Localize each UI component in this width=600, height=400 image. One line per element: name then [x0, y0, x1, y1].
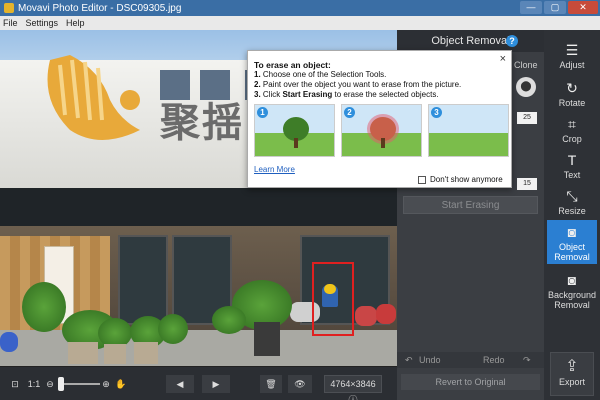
illustration-choose-tool: 1 — [254, 104, 335, 157]
next-image-button[interactable]: ▶ — [202, 375, 230, 393]
background-icon: ◙ — [567, 272, 577, 288]
zoom-in-icon[interactable]: ⊕ — [100, 377, 112, 391]
undo-arrow-icon[interactable]: ↶ — [405, 355, 419, 366]
info-icon[interactable]: ⓘ — [348, 395, 357, 400]
minimize-button[interactable]: — — [520, 1, 542, 14]
fit-to-screen-icon[interactable]: ⊡ — [8, 377, 22, 391]
tool-adjust[interactable]: ☰ Adjust — [547, 40, 597, 74]
title-bar: Movavi Photo Editor - DSC09305.jpg — ▢ ✕ — [0, 0, 600, 16]
panel-title: Object Removal — [397, 30, 544, 52]
redo-button[interactable]: Redo — [483, 355, 523, 365]
menu-settings[interactable]: Settings — [26, 18, 59, 28]
redo-arrow-icon[interactable]: ↷ — [523, 355, 537, 366]
popup-close-button[interactable]: × — [500, 53, 506, 65]
tool-object-removal[interactable]: ◙ Object Removal — [547, 220, 597, 264]
app-icon — [4, 3, 14, 13]
export-icon: ⇪ — [565, 358, 579, 375]
help-icon[interactable]: ? — [506, 35, 518, 47]
tool-resize[interactable]: ⤡ Resize — [547, 186, 597, 220]
dont-show-anymore-option[interactable]: Don't show anymore — [418, 175, 503, 184]
tool-rotate[interactable]: ↻ Rotate — [547, 78, 597, 112]
popup-heading: To erase an object: — [254, 60, 331, 70]
zoom-slider[interactable] — [58, 383, 100, 385]
delete-icon[interactable]: 🗑 — [260, 375, 282, 393]
menu-bar: File Settings Help — [0, 16, 600, 30]
start-erasing-button[interactable]: Start Erasing — [403, 196, 538, 214]
previous-image-button[interactable]: ◀ — [166, 375, 194, 393]
before-after-eye-icon[interactable]: 👁 — [288, 375, 312, 393]
crop-icon: ⌗ — [568, 116, 576, 132]
window-title: Movavi Photo Editor - DSC09305.jpg — [18, 2, 182, 14]
tool-text[interactable]: T Text — [547, 150, 597, 184]
close-button[interactable]: ✕ — [568, 1, 598, 14]
sliders-icon: ☰ — [565, 42, 579, 58]
learn-more-link[interactable]: Learn More — [254, 165, 295, 174]
export-button[interactable]: ⇪ Export — [550, 352, 594, 396]
clone-label: Clone — [514, 60, 538, 70]
actual-size-button[interactable]: 1:1 — [26, 377, 42, 391]
text-icon: T — [567, 152, 577, 168]
popup-illustrations: 1 2 3 — [254, 104, 509, 157]
rotate-icon: ↻ — [566, 80, 578, 96]
tolerance-field[interactable]: 15 — [517, 178, 537, 190]
revert-to-original-button[interactable]: Revert to Original — [401, 374, 540, 390]
menu-help[interactable]: Help — [66, 18, 85, 28]
restaurant-sign-text: 聚揺 — [160, 99, 244, 146]
eraser-icon: ◙ — [567, 224, 577, 240]
tool-background-removal[interactable]: ◙ Background Removal — [547, 268, 597, 312]
brush-size-field[interactable]: 25 — [517, 112, 537, 124]
tools-sidebar: ☰ Adjust ↻ Rotate ⌗ Crop T Text ⤡ Resize… — [544, 30, 600, 400]
menu-file[interactable]: File — [3, 18, 18, 28]
image-dimensions: 4764×3846 ⓘ — [324, 375, 382, 400]
popup-step-1: 1. Choose one of the Selection Tools. — [254, 70, 387, 79]
popup-step-3: 3. Click Start Erasing to erase the sele… — [254, 90, 439, 99]
bottom-toolbar: ⊡ 1:1 ⊖ ⊕ ✋ ◀ ▶ 🗑 👁 4764×3846 ⓘ — [0, 366, 397, 400]
restaurant-logo-image — [47, 55, 140, 140]
maximize-button[interactable]: ▢ — [544, 1, 566, 14]
clone-stamp-icon[interactable]: ⬤ — [516, 77, 536, 97]
instructions-popup: × To erase an object: 1. Choose one of t… — [247, 50, 512, 188]
undo-redo-row: ↶ Undo Redo ↷ — [397, 352, 544, 368]
selection-rectangle[interactable] — [312, 262, 354, 336]
popup-step-2: 2. Paint over the object you want to era… — [254, 80, 462, 89]
tool-crop[interactable]: ⌗ Crop — [547, 114, 597, 148]
resize-icon: ⤡ — [566, 188, 578, 204]
undo-button[interactable]: Undo — [419, 355, 469, 365]
dont-show-checkbox[interactable] — [418, 175, 426, 184]
hand-tool-icon[interactable]: ✋ — [114, 377, 128, 391]
illustration-erased-result: 3 — [428, 104, 509, 157]
zoom-out-icon[interactable]: ⊖ — [44, 377, 56, 391]
window-controls: — ▢ ✕ — [520, 1, 598, 14]
illustration-paint-object: 2 — [341, 104, 422, 157]
zoom-slider-handle[interactable] — [58, 377, 64, 391]
